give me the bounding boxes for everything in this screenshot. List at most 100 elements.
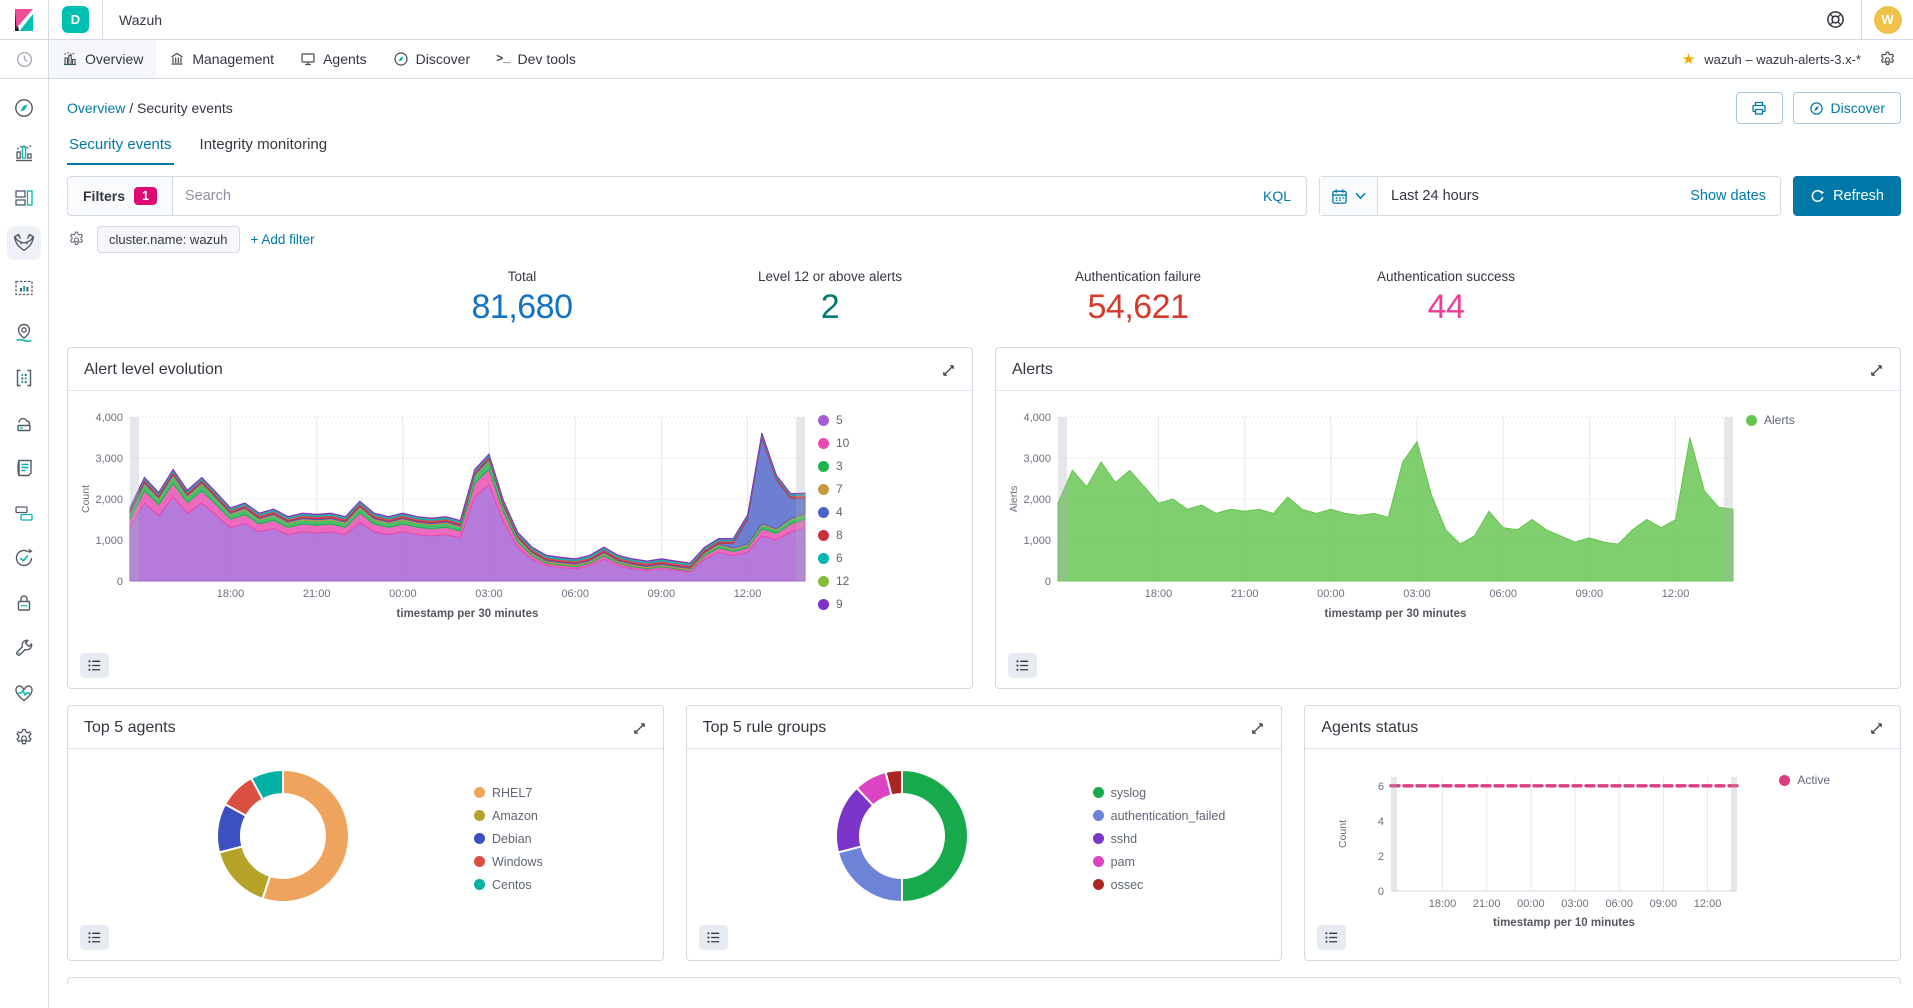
legend-item[interactable]: Debian	[474, 832, 543, 846]
sidebar-item-discover[interactable]	[7, 91, 41, 125]
tab-integrity-monitoring[interactable]: Integrity monitoring	[198, 127, 330, 165]
stat-value[interactable]: 81,680	[368, 288, 676, 327]
show-dates-link[interactable]: Show dates	[1690, 188, 1780, 204]
legend-item[interactable]: 10	[818, 436, 953, 450]
tab-security-events[interactable]: Security events	[67, 127, 174, 165]
time-range-value[interactable]: Last 24 hours	[1378, 188, 1492, 204]
breadcrumb-overview-link[interactable]: Overview	[67, 100, 125, 116]
filters-count-badge: 1	[134, 187, 157, 205]
legend-item[interactable]: Centos	[474, 878, 543, 892]
legend-toggle-button[interactable]	[1008, 653, 1037, 678]
discover-button[interactable]: Discover	[1793, 92, 1901, 124]
filters-button[interactable]: Filters 1	[68, 177, 173, 215]
sidebar-item-dashboard[interactable]	[7, 181, 41, 215]
legend-item[interactable]: authentication_failed	[1093, 809, 1226, 823]
user-menu[interactable]: W	[1861, 0, 1913, 39]
expand-icon[interactable]	[1869, 721, 1884, 736]
legend-toggle-button[interactable]	[699, 925, 728, 950]
print-button[interactable]	[1736, 92, 1783, 124]
expand-icon[interactable]	[1869, 363, 1884, 378]
sidebar-item-apm[interactable]	[7, 496, 41, 530]
legend-item[interactable]: Windows	[474, 855, 543, 869]
legend-item[interactable]: syslog	[1093, 786, 1226, 800]
legend-toggle-button[interactable]	[1317, 925, 1346, 950]
stats-row: Total 81,680 Level 12 or above alerts 2 …	[67, 269, 1901, 327]
sidebar-item-visualize[interactable]	[7, 136, 41, 170]
date-picker-button[interactable]	[1320, 177, 1378, 215]
legend-item[interactable]: RHEL7	[474, 786, 543, 800]
nav-item-agents[interactable]: Agents	[287, 40, 380, 78]
apm-icon	[13, 502, 35, 524]
legend-item[interactable]: sshd	[1093, 832, 1226, 846]
filter-pill[interactable]: cluster.name: wazuh	[97, 226, 240, 253]
nav-item-management[interactable]: Management	[156, 40, 287, 78]
sidebar-item-machine-learning[interactable]	[7, 361, 41, 395]
add-filter-link[interactable]: + Add filter	[251, 232, 315, 247]
legend-dot	[1093, 810, 1104, 821]
filter-options-button[interactable]	[67, 230, 86, 249]
svg-text:3,000: 3,000	[95, 453, 123, 465]
svg-text:18:00: 18:00	[217, 588, 245, 600]
nav-item-overview[interactable]: Overview	[49, 40, 156, 78]
legend-item[interactable]: Amazon	[474, 809, 543, 823]
legend-item[interactable]: 6	[818, 551, 953, 565]
sidebar-item-canvas[interactable]	[7, 271, 41, 305]
legend-item[interactable]: 9	[818, 597, 953, 611]
svg-text:12:00: 12:00	[1694, 898, 1722, 910]
sidebar-item-infrastructure[interactable]	[7, 406, 41, 440]
stat-value[interactable]: 54,621	[984, 288, 1292, 327]
wazuh-navbar: Overview Management Agents	[49, 40, 1913, 79]
legend-item[interactable]: 12	[818, 574, 953, 588]
discover-compass-icon	[13, 97, 35, 119]
legend-item[interactable]: 7	[818, 482, 953, 496]
legend-item[interactable]: 8	[818, 528, 953, 542]
kibana-logo[interactable]	[0, 0, 49, 39]
legend-toggle-button[interactable]	[80, 653, 109, 678]
space-selector[interactable]: D	[49, 0, 103, 39]
legend-item[interactable]: 4	[818, 505, 953, 519]
stat-value[interactable]: 2	[676, 288, 984, 327]
sidebar-item-maps[interactable]	[7, 316, 41, 350]
legend-item[interactable]: 3	[818, 459, 953, 473]
stat-value[interactable]: 44	[1292, 288, 1600, 327]
wrench-icon	[13, 637, 35, 659]
infrastructure-icon	[13, 412, 35, 434]
legend-label: 3	[836, 459, 843, 473]
nav-item-discover[interactable]: Discover	[380, 40, 483, 78]
legend-item[interactable]: pam	[1093, 855, 1226, 869]
legend-item[interactable]: Active	[1779, 773, 1830, 787]
svg-text:4,000: 4,000	[1023, 412, 1051, 424]
svg-text:1,000: 1,000	[1023, 535, 1051, 547]
search-input[interactable]	[173, 188, 1263, 204]
help-button[interactable]	[1809, 0, 1861, 39]
expand-icon[interactable]	[941, 363, 956, 378]
nav-item-dev-tools[interactable]: >_ Dev tools	[483, 40, 589, 78]
sidebar-item-siem[interactable]	[7, 586, 41, 620]
expand-icon[interactable]	[632, 721, 647, 736]
kql-button[interactable]: KQL	[1263, 188, 1306, 204]
panel-alerts: Alerts 18:0021:0000:0003:0006:0009:0012:…	[995, 347, 1901, 689]
legend-item[interactable]: ossec	[1093, 878, 1226, 892]
sidebar-item-wazuh[interactable]	[7, 226, 41, 260]
legend-toggle-button[interactable]	[80, 925, 109, 950]
sidebar-item-dev-tools[interactable]	[7, 631, 41, 665]
legend-item[interactable]: Alerts	[1746, 413, 1881, 427]
sidebar-item-management[interactable]	[7, 721, 41, 755]
expand-icon[interactable]	[1250, 721, 1265, 736]
top5-agents-donut	[202, 755, 364, 922]
logs-icon	[13, 457, 35, 479]
recent-items-icon[interactable]	[15, 50, 34, 69]
sidebar-item-uptime[interactable]	[7, 541, 41, 575]
avatar[interactable]: W	[1874, 6, 1902, 34]
legend-item[interactable]: 5	[818, 413, 953, 427]
svg-text:4,000: 4,000	[95, 412, 123, 424]
space-badge[interactable]: D	[62, 6, 89, 33]
uptime-icon	[13, 547, 35, 569]
sidebar-item-logs[interactable]	[7, 451, 41, 485]
index-pattern[interactable]: wazuh – wazuh-alerts-3.x-*	[1704, 52, 1861, 67]
sidebar-item-stack-monitoring[interactable]	[7, 676, 41, 710]
legend-label: RHEL7	[492, 786, 532, 800]
settings-gear-icon[interactable]	[1878, 50, 1897, 69]
refresh-button[interactable]: Refresh	[1793, 176, 1901, 216]
alerts-chart: 18:0021:0000:0003:0006:0009:0012:0001,00…	[1006, 405, 1746, 648]
